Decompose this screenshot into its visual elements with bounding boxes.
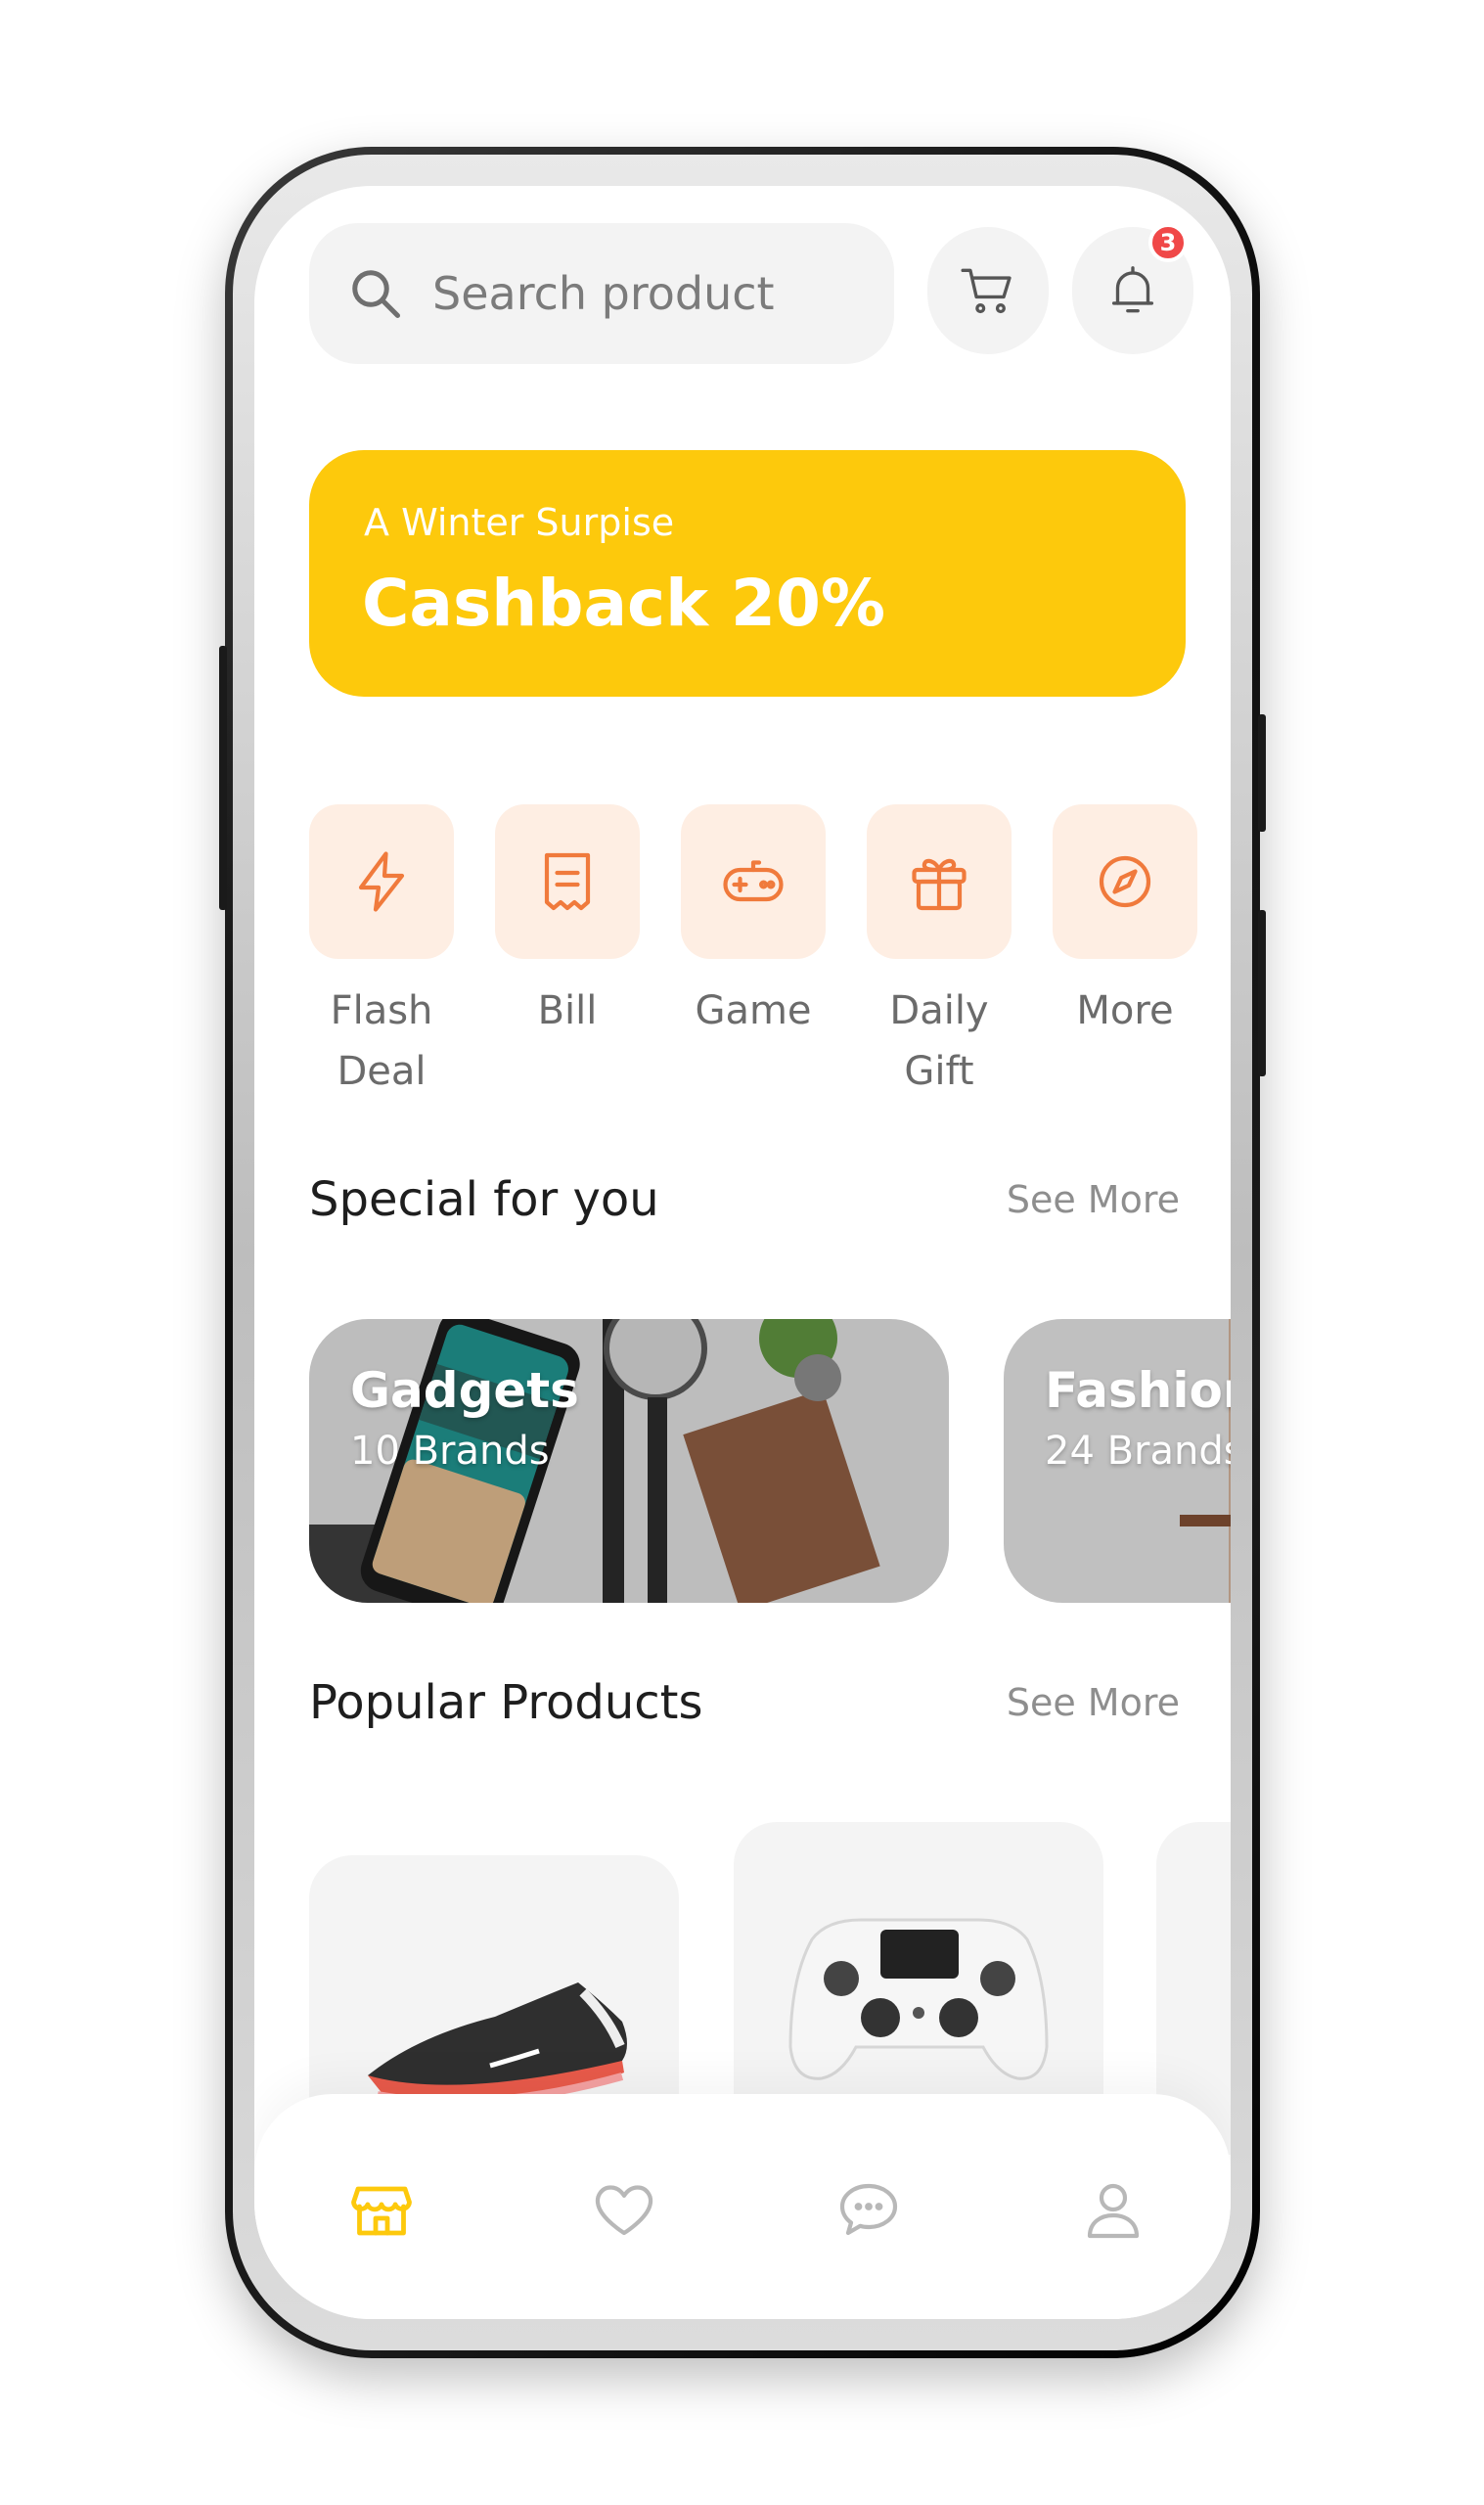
gift-icon: [912, 858, 967, 911]
category-flash-deal-box[interactable]: [309, 804, 454, 959]
special-card-name: Fashion: [1045, 1362, 1231, 1419]
banner-subtitle: A Winter Surpise: [364, 501, 675, 544]
category-bill[interactable]: Bill: [495, 804, 640, 1041]
special-card-brands: 24 Brands: [1045, 1429, 1231, 1474]
flash-icon: [358, 851, 405, 912]
special-card-name: Gadgets: [350, 1362, 579, 1419]
search-bar[interactable]: Search product: [309, 223, 894, 364]
game-icon: [723, 860, 784, 902]
app-screen: Search product 3 A Winter Surpise Cashba…: [254, 186, 1231, 2319]
cart-button[interactable]: [927, 227, 1049, 354]
shop-icon: [351, 2186, 412, 2236]
category-label: Daily Gift: [889, 988, 989, 1094]
bell-icon: [1111, 266, 1154, 313]
nav-chat[interactable]: [830, 2170, 908, 2249]
bottom-nav: [254, 2094, 1231, 2319]
category-label: More: [1076, 988, 1174, 1033]
heart-icon: [595, 2185, 653, 2236]
notification-badge: 3: [1148, 223, 1188, 262]
category-more-box[interactable]: [1053, 804, 1197, 959]
bill-icon: [544, 852, 591, 911]
search-icon: [352, 270, 400, 318]
special-see-more-link[interactable]: See More: [1007, 1178, 1180, 1221]
phone-frame: Search product 3 A Winter Surpise Cashba…: [219, 147, 1266, 2358]
category-label: Flash Deal: [330, 988, 433, 1094]
search-input[interactable]: Search product: [432, 267, 775, 320]
category-game[interactable]: Game: [681, 804, 826, 1041]
banner-title: Cashback 20%: [362, 566, 885, 641]
category-game-box[interactable]: [681, 804, 826, 959]
cart-icon: [961, 268, 1012, 314]
category-label: Bill: [537, 988, 598, 1033]
compass-icon: [1099, 855, 1151, 908]
nav-profile[interactable]: [1074, 2170, 1152, 2249]
popular-see-more-link[interactable]: See More: [1007, 1681, 1180, 1724]
category-more[interactable]: More: [1053, 804, 1197, 1041]
category-flash-deal[interactable]: Flash Deal: [309, 804, 454, 1102]
side-button: [1258, 910, 1266, 1076]
chat-icon: [839, 2183, 898, 2236]
user-icon: [1087, 2183, 1140, 2239]
nav-shop[interactable]: [342, 2170, 421, 2249]
special-section-title: Special for you: [309, 1172, 659, 1227]
nav-favorites[interactable]: [585, 2170, 663, 2249]
category-bill-box[interactable]: [495, 804, 640, 959]
power-button: [1258, 714, 1266, 832]
promo-banner[interactable]: A Winter Surpise Cashback 20%: [309, 450, 1186, 697]
category-label: Game: [695, 988, 812, 1033]
popular-section-title: Popular Products: [309, 1675, 703, 1730]
volume-button: [219, 646, 227, 910]
special-card-fashion[interactable]: Fashion 24 Brands: [1004, 1319, 1231, 1603]
special-card-brands: 10 Brands: [350, 1429, 550, 1474]
category-daily-gift-box[interactable]: [867, 804, 1012, 959]
special-card-gadgets[interactable]: Gadgets 10 Brands: [309, 1319, 949, 1603]
notification-button[interactable]: 3: [1072, 223, 1193, 354]
category-daily-gift[interactable]: Daily Gift: [867, 804, 1012, 1102]
